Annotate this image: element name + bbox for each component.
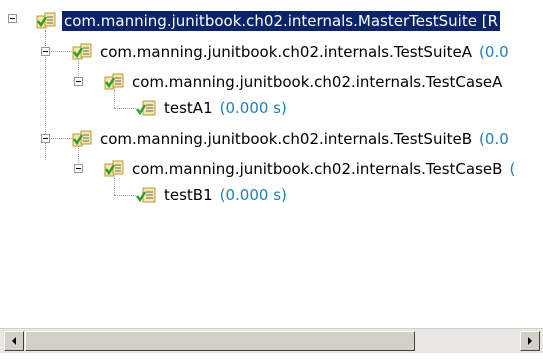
tree-node-test-a1[interactable]: testA1 (0.000 s) [136, 97, 287, 119]
tree-connector [114, 108, 136, 109]
test-suite-passed-icon [104, 73, 124, 90]
tree-node-test-b1[interactable]: testB1 (0.000 s) [136, 184, 287, 206]
test-passed-icon [136, 100, 156, 116]
tree-node-master-suite[interactable]: com.manning.junitbook.ch02.internals.Mas… [36, 10, 501, 32]
tree-node-label: com.manning.junitbook.ch02.internals.Tes… [132, 160, 503, 178]
tree-node-test-suite-a[interactable]: com.manning.junitbook.ch02.internals.Tes… [72, 41, 509, 63]
tree-connector [114, 195, 136, 196]
collapse-toggle[interactable] [41, 134, 50, 143]
test-results-tree[interactable]: com.manning.junitbook.ch02.internals.Mas… [0, 0, 543, 327]
collapse-toggle[interactable] [8, 14, 17, 23]
elapsed-time: (0.0 [479, 43, 509, 61]
test-suite-passed-icon [72, 130, 92, 147]
tree-node-label: testB1 [164, 186, 213, 204]
tree-node-test-case-a[interactable]: com.manning.junitbook.ch02.internals.Tes… [104, 71, 504, 93]
test-suite-passed-icon [36, 12, 56, 29]
collapse-toggle[interactable] [74, 164, 83, 173]
test-passed-icon [136, 187, 156, 203]
scroll-right-button[interactable] [520, 331, 540, 351]
scrollbar-thumb[interactable] [25, 331, 415, 351]
horizontal-scrollbar[interactable] [0, 328, 543, 353]
tree-node-test-suite-b[interactable]: com.manning.junitbook.ch02.internals.Tes… [72, 128, 509, 150]
tree-node-label: com.manning.junitbook.ch02.internals.Mas… [62, 11, 501, 31]
elapsed-time: (0.000 s) [219, 186, 287, 204]
elapsed-time: (0.000 s) [219, 99, 287, 117]
arrow-right-icon [528, 337, 532, 345]
tree-node-label: com.manning.junitbook.ch02.internals.Tes… [100, 43, 472, 61]
tree-node-label: com.manning.junitbook.ch02.internals.Tes… [132, 73, 503, 91]
arrow-left-icon [12, 337, 16, 345]
test-suite-passed-icon [72, 43, 92, 60]
scroll-left-button[interactable] [4, 331, 24, 351]
collapse-toggle[interactable] [41, 47, 50, 56]
elapsed-time: ( [509, 160, 516, 178]
tree-node-test-case-b[interactable]: com.manning.junitbook.ch02.internals.Tes… [104, 158, 515, 180]
elapsed-time: (0.0 [479, 130, 509, 148]
tree-node-label: com.manning.junitbook.ch02.internals.Tes… [100, 130, 473, 148]
collapse-toggle[interactable] [74, 77, 83, 86]
tree-node-label: testA1 [164, 99, 213, 117]
test-suite-passed-icon [104, 160, 124, 177]
